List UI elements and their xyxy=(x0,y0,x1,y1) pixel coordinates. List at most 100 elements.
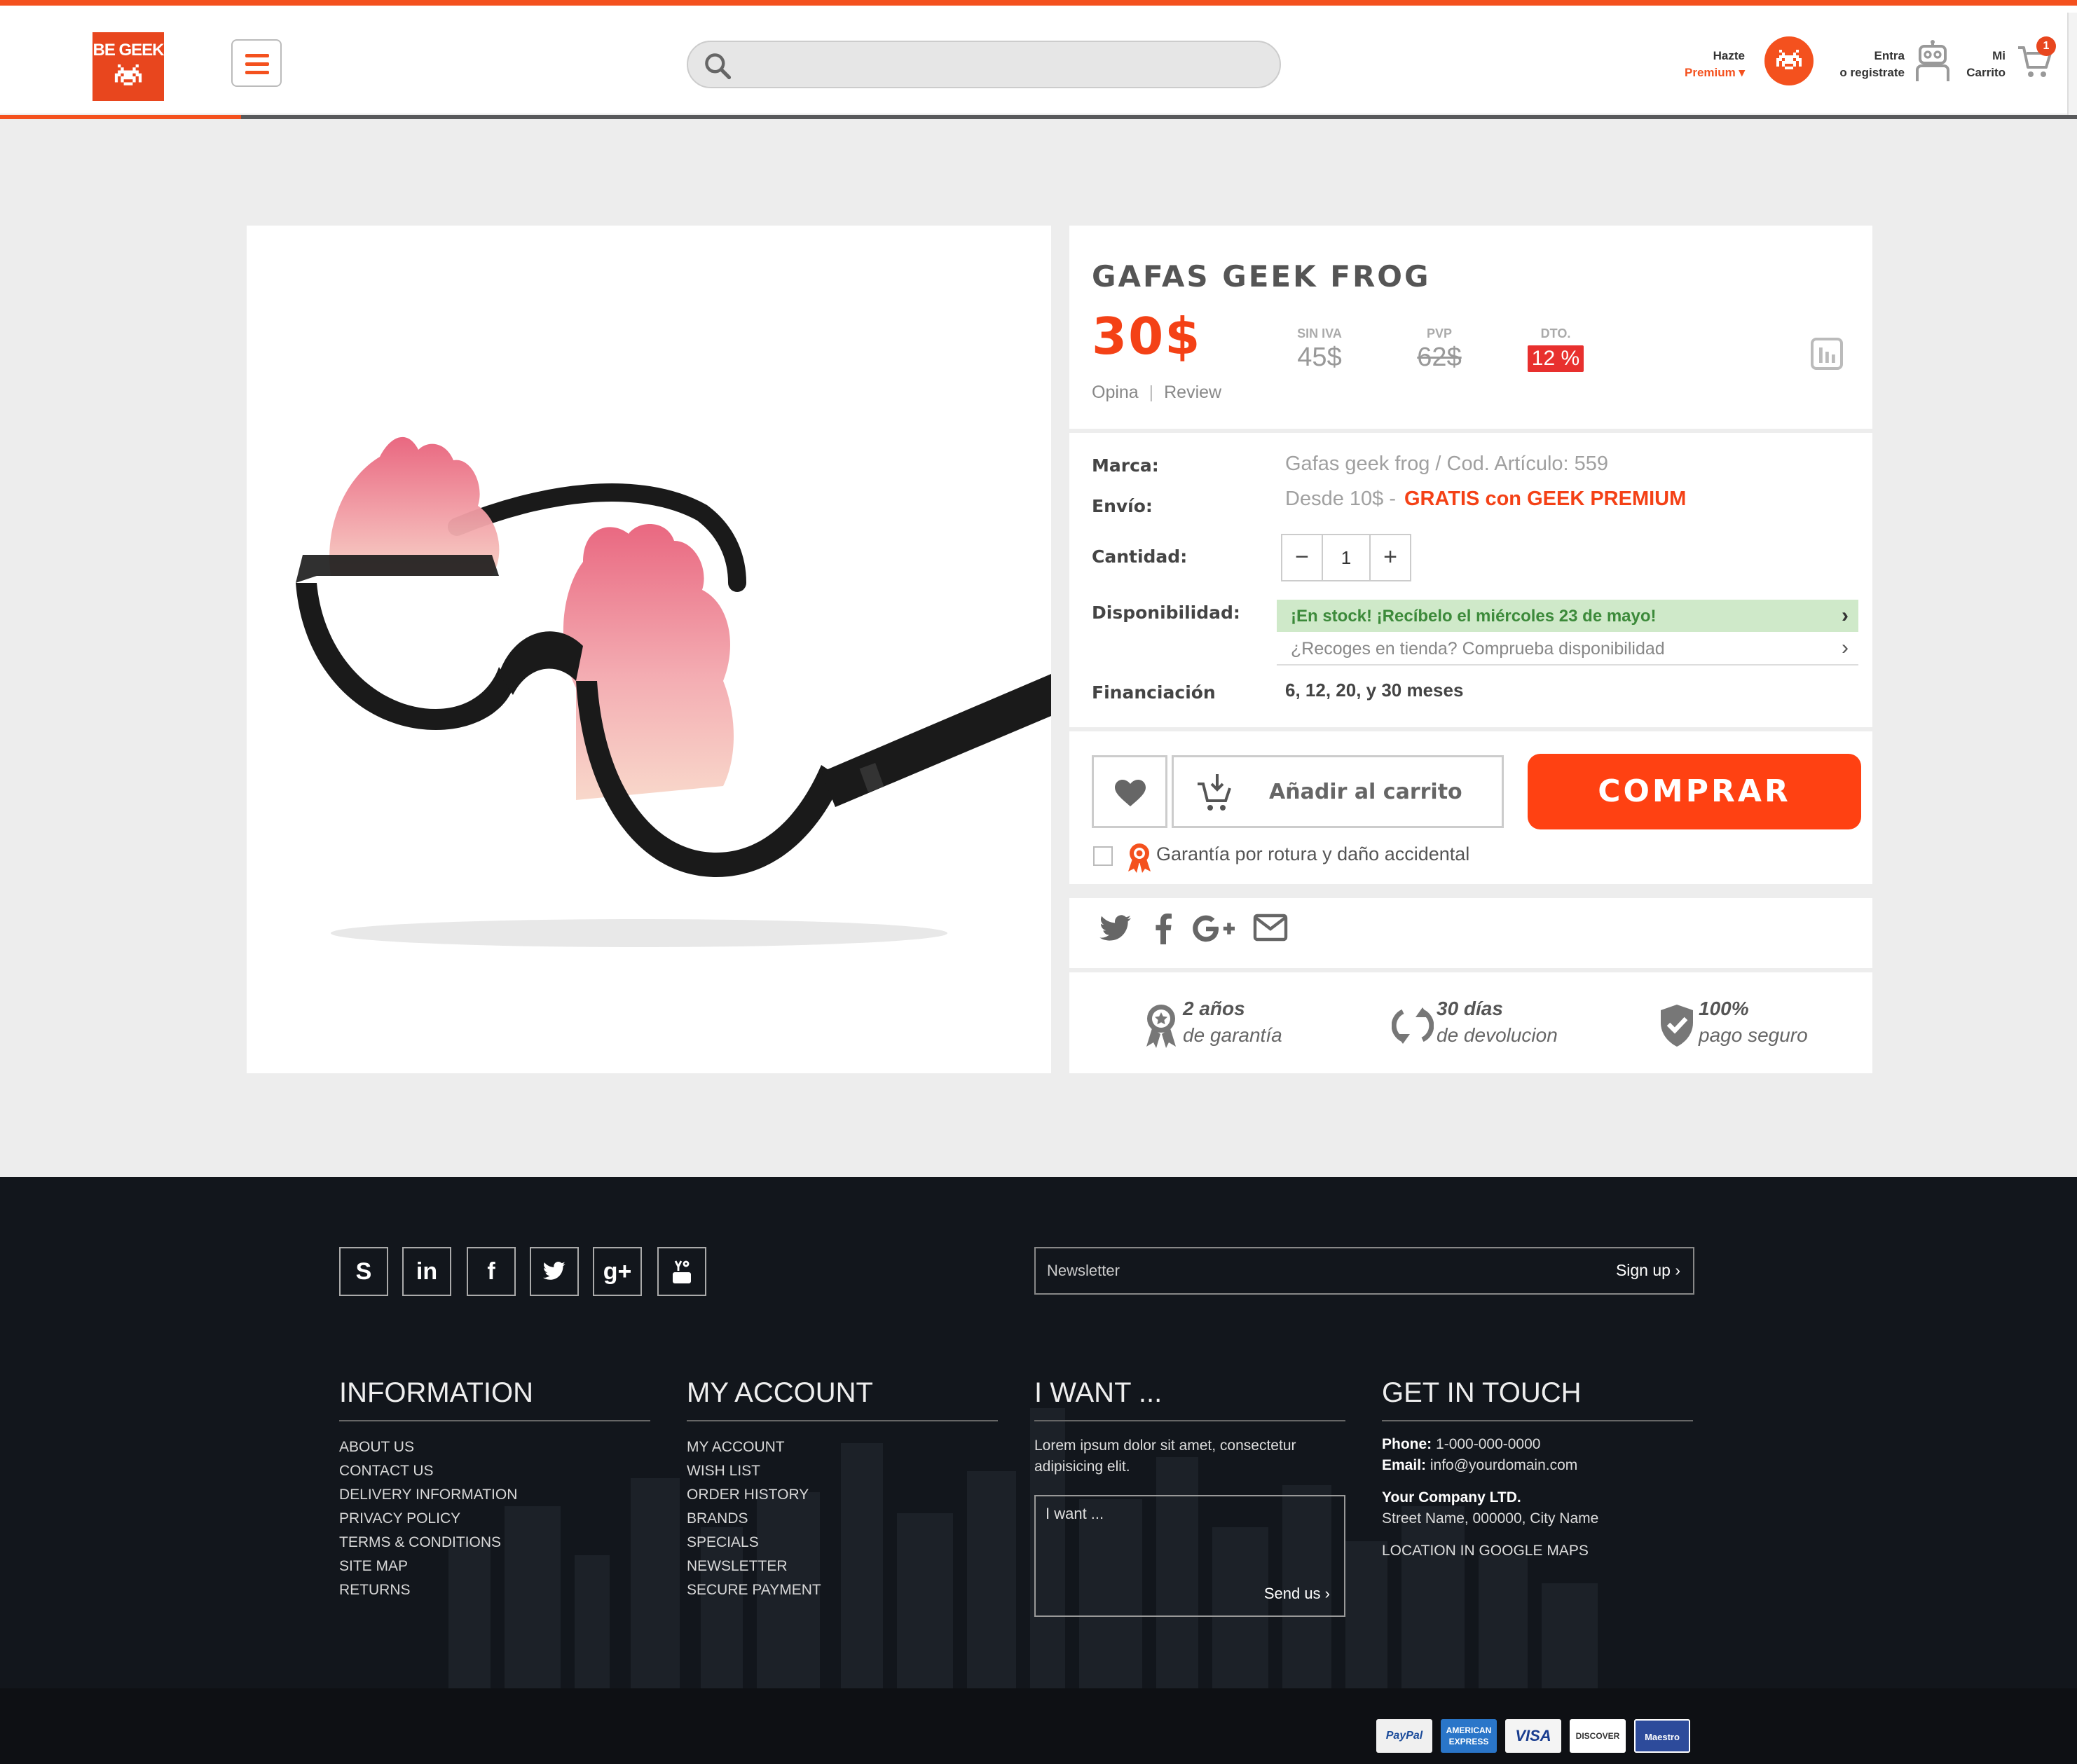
facebook-icon[interactable]: f xyxy=(467,1247,516,1296)
search-input[interactable] xyxy=(744,49,1263,80)
footer-link[interactable]: SPECIALS xyxy=(687,1531,998,1555)
review-link[interactable]: Review xyxy=(1164,383,1221,402)
in-stock-banner[interactable]: ¡En stock! ¡Recíbelo el miércoles 23 de … xyxy=(1277,600,1858,632)
price-without-vat-label: SIN IVA xyxy=(1297,326,1342,340)
bar-chart-icon[interactable] xyxy=(1811,338,1843,370)
footer-link[interactable]: ABOUT US xyxy=(339,1435,650,1459)
brand-value: Gafas geek frog / Cod. Artículo: 559 xyxy=(1285,453,1609,475)
newsletter-input[interactable] xyxy=(1047,1258,1537,1283)
shipping-value: Desde 10$ - GRATIS con GEEK PREMIUM xyxy=(1285,488,1686,511)
login-link[interactable]: Entra o registrate xyxy=(1815,48,1905,81)
quantity-decrease-button[interactable]: − xyxy=(1282,535,1322,580)
premium-link[interactable]: Hazte Premium ▾ xyxy=(1668,48,1745,81)
google-plus-icon[interactable]: g+ xyxy=(593,1247,642,1296)
footer-link[interactable]: TERMS & CONDITIONS xyxy=(339,1531,650,1555)
menu-button[interactable] xyxy=(231,39,282,87)
skype-icon[interactable]: S xyxy=(339,1247,388,1296)
footer-link[interactable]: WISH LIST xyxy=(687,1459,998,1483)
youtube-logo-icon xyxy=(673,1260,691,1283)
footer-link[interactable]: MY ACCOUNT xyxy=(687,1435,998,1459)
email-line: Email: info@yourdomain.com xyxy=(1382,1455,1693,1476)
guarantee-returns-subtitle: de devolucion xyxy=(1437,1024,1558,1046)
i-want-form: Send us › xyxy=(1034,1495,1345,1617)
menu-icon-bar xyxy=(245,71,269,74)
store-pickup-row[interactable]: ¿Recoges en tienda? Comprueba disponibil… xyxy=(1277,633,1858,666)
add-to-cart-button[interactable]: Añadir al carrito xyxy=(1172,755,1504,828)
linkedin-icon[interactable]: in xyxy=(402,1247,451,1296)
buy-button-label: COMPRAR xyxy=(1598,773,1791,809)
menu-icon-bar xyxy=(245,54,269,57)
footer-link[interactable]: SECURE PAYMENT xyxy=(687,1578,998,1602)
header-divider-accent xyxy=(0,115,241,119)
financing-value: 6, 12, 20, y 30 meses xyxy=(1285,680,1464,701)
twitter-icon[interactable] xyxy=(530,1247,579,1296)
product-price: 30$ xyxy=(1092,307,1202,366)
footer-link[interactable]: ORDER HISTORY xyxy=(687,1483,998,1507)
quantity-value[interactable]: 1 xyxy=(1322,535,1371,580)
newsletter-signup-button[interactable]: Sign up › xyxy=(1616,1261,1680,1280)
robot-icon[interactable] xyxy=(1913,39,1952,84)
footer-link[interactable]: PRIVACY POLICY xyxy=(339,1507,650,1531)
footer-link[interactable]: RETURNS xyxy=(339,1578,650,1602)
cart-add-icon xyxy=(1198,774,1231,811)
company-name: Your Company LTD. xyxy=(1382,1487,1693,1508)
warranty-checkbox[interactable] xyxy=(1093,846,1113,866)
chevron-right-icon: › xyxy=(1842,604,1849,627)
quantity-stepper: − 1 + xyxy=(1281,534,1411,581)
product-image[interactable] xyxy=(247,226,1051,1073)
footer-link[interactable]: BRANDS xyxy=(687,1507,998,1531)
get-in-touch-title: GET IN TOUCH xyxy=(1382,1377,1693,1421)
site-footer: S in f g+ Sign up › INFORMATION ABOUT US… xyxy=(0,1177,2077,1764)
site-header: BE GEEK Hazte Premium ▾ Entra o registra… xyxy=(0,0,2077,119)
purchase-panel: Añadir al carrito COMPRAR Garantía por r… xyxy=(1069,731,1872,884)
logo-text: BE GEEK xyxy=(92,41,164,60)
mail-icon[interactable] xyxy=(1253,914,1288,942)
pvp-label: PVP xyxy=(1426,326,1453,340)
search-bar[interactable] xyxy=(687,41,1281,88)
guarantee-secure-subtitle: pago seguro xyxy=(1699,1024,1808,1046)
review-separator: | xyxy=(1149,383,1154,402)
i-want-title: I WANT ... xyxy=(1034,1377,1345,1421)
scrollbar[interactable] xyxy=(2067,13,2077,118)
footer-link[interactable]: SITE MAP xyxy=(339,1555,650,1578)
youtube-icon[interactable] xyxy=(657,1247,706,1296)
get-in-touch-column: GET IN TOUCH Phone: 1-000-000-0000 Email… xyxy=(1382,1377,1693,1562)
newsletter-form: Sign up › xyxy=(1034,1247,1694,1295)
premium-line2: Premium ▾ xyxy=(1684,66,1745,79)
cart-line1: Mi xyxy=(1992,49,2006,62)
google-plus-icon[interactable] xyxy=(1191,914,1236,944)
free-shipping-premium[interactable]: GRATIS con GEEK PREMIUM xyxy=(1404,488,1686,510)
product-summary-panel: GAFAS GEEK FROG 30$ SIN IVA 45$ PVP 62$ … xyxy=(1069,226,1872,429)
store-pickup-text: ¿Recoges en tienda? Comprueba disponibil… xyxy=(1291,639,1665,659)
buy-button[interactable]: COMPRAR xyxy=(1528,754,1861,829)
email-value[interactable]: info@yourdomain.com xyxy=(1430,1457,1577,1473)
phone-line: Phone: 1-000-000-0000 xyxy=(1382,1434,1693,1455)
wishlist-button[interactable] xyxy=(1092,755,1167,828)
cart-link[interactable]: Mi Carrito xyxy=(1948,48,2006,81)
send-us-button[interactable]: Send us › xyxy=(1264,1585,1330,1603)
phone-value: 1-000-000-0000 xyxy=(1436,1436,1541,1452)
logo[interactable]: BE GEEK xyxy=(92,32,165,101)
chevron-right-icon: › xyxy=(1842,636,1849,659)
footer-link[interactable]: CONTACT US xyxy=(339,1459,650,1483)
login-line2: o registrate xyxy=(1839,66,1905,79)
twitter-icon[interactable] xyxy=(1099,914,1132,944)
visa-logo: VISA xyxy=(1505,1719,1561,1753)
facebook-icon[interactable] xyxy=(1153,914,1173,944)
footer-link[interactable]: NEWSLETTER xyxy=(687,1555,998,1578)
google-maps-link[interactable]: LOCATION IN GOOGLE MAPS xyxy=(1382,1541,1693,1562)
opina-link[interactable]: Opina xyxy=(1092,383,1139,402)
i-want-textarea[interactable] xyxy=(1046,1505,1333,1575)
guarantee-secure-title: 100% xyxy=(1699,998,1749,1019)
login-line1: Entra xyxy=(1874,49,1905,62)
twitter-bird-icon xyxy=(542,1261,565,1280)
maestro-logo: Maestro xyxy=(1634,1719,1690,1753)
footer-link[interactable]: DELIVERY INFORMATION xyxy=(339,1483,650,1507)
product-title: GAFAS GEEK FROG xyxy=(1092,259,1431,294)
cart-count-badge: 1 xyxy=(2036,36,2056,56)
menu-icon-bar xyxy=(245,62,269,66)
shipping-cost: Desde 10$ - xyxy=(1285,488,1396,510)
company-name-text: Your Company LTD. xyxy=(1382,1489,1521,1505)
quantity-increase-button[interactable]: + xyxy=(1371,535,1410,580)
premium-avatar[interactable] xyxy=(1764,36,1814,85)
